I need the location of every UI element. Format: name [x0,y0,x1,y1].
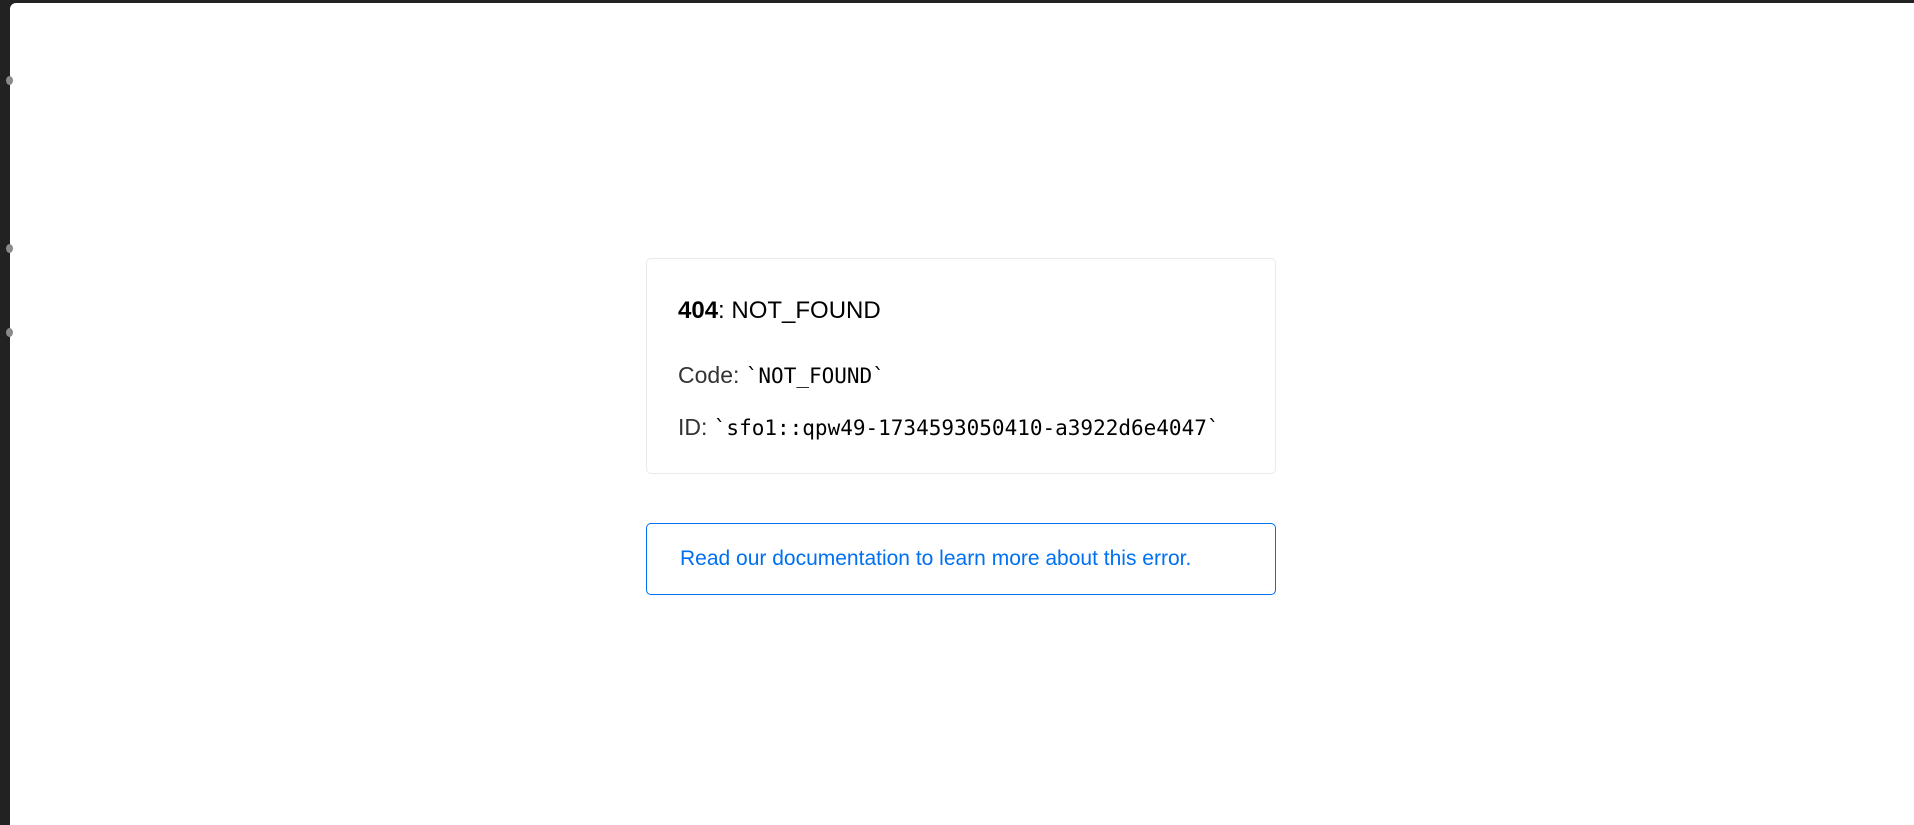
error-code-value: `NOT_FOUND` [745,364,885,388]
docs-link-box[interactable]: Read our documentation to learn more abo… [646,523,1276,595]
window-edge-handle [6,76,13,85]
error-card: 404: NOT_FOUND Code: `NOT_FOUND` ID: `sf… [646,258,1276,474]
docs-link[interactable]: Read our documentation to learn more abo… [680,547,1191,571]
error-status-code: 404 [678,297,719,324]
error-id-value: `sfo1::qpw49-1734593050410-a3922d6e4047` [713,416,1220,440]
error-code-label: Code: [678,362,746,388]
error-id-label: ID: [678,414,714,440]
error-status-text: : NOT_FOUND [718,297,881,324]
browser-window: 404: NOT_FOUND Code: `NOT_FOUND` ID: `sf… [6,3,1914,825]
window-edge-handle [6,328,13,337]
window-edge-handle [6,244,13,253]
error-code-line: Code: `NOT_FOUND` [678,362,885,389]
error-id-line: ID: `sfo1::qpw49-1734593050410-a3922d6e4… [678,414,1220,441]
error-title: 404: NOT_FOUND [678,297,881,325]
